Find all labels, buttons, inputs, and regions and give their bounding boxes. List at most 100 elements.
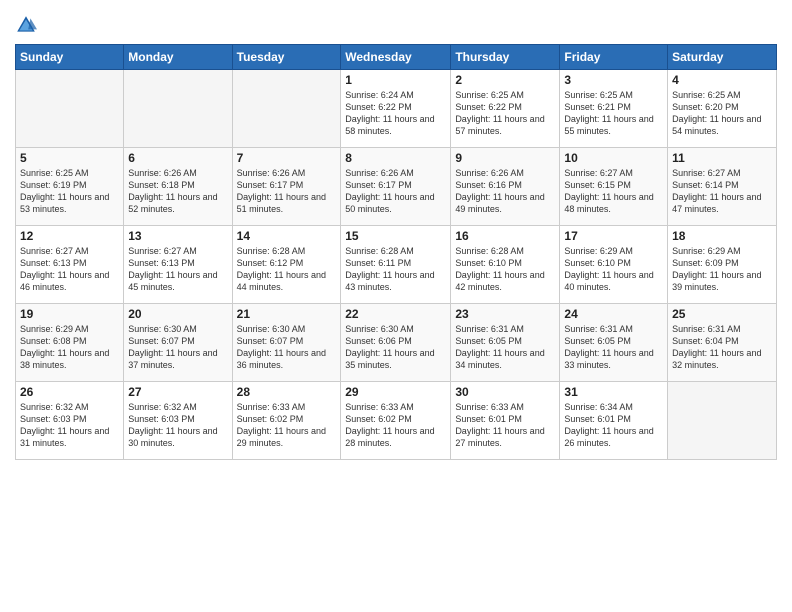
calendar-cell: 25 Sunrise: 6:31 AM Sunset: 6:04 PM Dayl… [668, 304, 777, 382]
calendar-cell: 17 Sunrise: 6:29 AM Sunset: 6:10 PM Dayl… [560, 226, 668, 304]
day-number: 9 [455, 151, 555, 165]
calendar-cell: 11 Sunrise: 6:27 AM Sunset: 6:14 PM Dayl… [668, 148, 777, 226]
calendar-cell: 29 Sunrise: 6:33 AM Sunset: 6:02 PM Dayl… [341, 382, 451, 460]
day-number: 5 [20, 151, 119, 165]
day-info: Sunrise: 6:31 AM Sunset: 6:05 PM Dayligh… [564, 323, 663, 372]
weekday-header-sunday: Sunday [16, 45, 124, 70]
calendar-cell: 16 Sunrise: 6:28 AM Sunset: 6:10 PM Dayl… [451, 226, 560, 304]
calendar-cell: 9 Sunrise: 6:26 AM Sunset: 6:16 PM Dayli… [451, 148, 560, 226]
calendar-cell: 5 Sunrise: 6:25 AM Sunset: 6:19 PM Dayli… [16, 148, 124, 226]
calendar-cell: 4 Sunrise: 6:25 AM Sunset: 6:20 PM Dayli… [668, 70, 777, 148]
day-info: Sunrise: 6:28 AM Sunset: 6:11 PM Dayligh… [345, 245, 446, 294]
day-info: Sunrise: 6:27 AM Sunset: 6:13 PM Dayligh… [128, 245, 227, 294]
calendar-cell: 26 Sunrise: 6:32 AM Sunset: 6:03 PM Dayl… [16, 382, 124, 460]
day-info: Sunrise: 6:34 AM Sunset: 6:01 PM Dayligh… [564, 401, 663, 450]
calendar-table: SundayMondayTuesdayWednesdayThursdayFrid… [15, 44, 777, 460]
day-number: 14 [237, 229, 337, 243]
calendar-cell: 19 Sunrise: 6:29 AM Sunset: 6:08 PM Dayl… [16, 304, 124, 382]
day-info: Sunrise: 6:32 AM Sunset: 6:03 PM Dayligh… [20, 401, 119, 450]
day-info: Sunrise: 6:26 AM Sunset: 6:16 PM Dayligh… [455, 167, 555, 216]
calendar-cell: 27 Sunrise: 6:32 AM Sunset: 6:03 PM Dayl… [124, 382, 232, 460]
weekday-header-row: SundayMondayTuesdayWednesdayThursdayFrid… [16, 45, 777, 70]
day-info: Sunrise: 6:27 AM Sunset: 6:15 PM Dayligh… [564, 167, 663, 216]
day-info: Sunrise: 6:33 AM Sunset: 6:01 PM Dayligh… [455, 401, 555, 450]
day-info: Sunrise: 6:33 AM Sunset: 6:02 PM Dayligh… [237, 401, 337, 450]
calendar-cell: 31 Sunrise: 6:34 AM Sunset: 6:01 PM Dayl… [560, 382, 668, 460]
day-number: 31 [564, 385, 663, 399]
calendar-week-row: 26 Sunrise: 6:32 AM Sunset: 6:03 PM Dayl… [16, 382, 777, 460]
day-info: Sunrise: 6:31 AM Sunset: 6:05 PM Dayligh… [455, 323, 555, 372]
day-number: 15 [345, 229, 446, 243]
day-info: Sunrise: 6:25 AM Sunset: 6:19 PM Dayligh… [20, 167, 119, 216]
calendar-cell: 14 Sunrise: 6:28 AM Sunset: 6:12 PM Dayl… [232, 226, 341, 304]
calendar-cell [232, 70, 341, 148]
day-info: Sunrise: 6:28 AM Sunset: 6:12 PM Dayligh… [237, 245, 337, 294]
day-info: Sunrise: 6:30 AM Sunset: 6:07 PM Dayligh… [237, 323, 337, 372]
logo [15, 14, 41, 36]
day-number: 1 [345, 73, 446, 87]
calendar-cell: 10 Sunrise: 6:27 AM Sunset: 6:15 PM Dayl… [560, 148, 668, 226]
day-info: Sunrise: 6:24 AM Sunset: 6:22 PM Dayligh… [345, 89, 446, 138]
day-number: 24 [564, 307, 663, 321]
day-info: Sunrise: 6:29 AM Sunset: 6:10 PM Dayligh… [564, 245, 663, 294]
day-number: 4 [672, 73, 772, 87]
day-number: 19 [20, 307, 119, 321]
day-number: 25 [672, 307, 772, 321]
day-number: 12 [20, 229, 119, 243]
day-number: 16 [455, 229, 555, 243]
weekday-header-thursday: Thursday [451, 45, 560, 70]
day-number: 27 [128, 385, 227, 399]
day-info: Sunrise: 6:33 AM Sunset: 6:02 PM Dayligh… [345, 401, 446, 450]
day-number: 17 [564, 229, 663, 243]
calendar-cell: 21 Sunrise: 6:30 AM Sunset: 6:07 PM Dayl… [232, 304, 341, 382]
calendar-cell [124, 70, 232, 148]
day-info: Sunrise: 6:27 AM Sunset: 6:13 PM Dayligh… [20, 245, 119, 294]
calendar-week-row: 19 Sunrise: 6:29 AM Sunset: 6:08 PM Dayl… [16, 304, 777, 382]
day-info: Sunrise: 6:28 AM Sunset: 6:10 PM Dayligh… [455, 245, 555, 294]
day-number: 6 [128, 151, 227, 165]
day-number: 10 [564, 151, 663, 165]
calendar-cell: 6 Sunrise: 6:26 AM Sunset: 6:18 PM Dayli… [124, 148, 232, 226]
calendar-cell: 15 Sunrise: 6:28 AM Sunset: 6:11 PM Dayl… [341, 226, 451, 304]
day-number: 3 [564, 73, 663, 87]
calendar-cell: 1 Sunrise: 6:24 AM Sunset: 6:22 PM Dayli… [341, 70, 451, 148]
calendar-week-row: 5 Sunrise: 6:25 AM Sunset: 6:19 PM Dayli… [16, 148, 777, 226]
calendar-week-row: 1 Sunrise: 6:24 AM Sunset: 6:22 PM Dayli… [16, 70, 777, 148]
day-info: Sunrise: 6:30 AM Sunset: 6:06 PM Dayligh… [345, 323, 446, 372]
day-info: Sunrise: 6:26 AM Sunset: 6:18 PM Dayligh… [128, 167, 227, 216]
weekday-header-tuesday: Tuesday [232, 45, 341, 70]
weekday-header-monday: Monday [124, 45, 232, 70]
day-number: 11 [672, 151, 772, 165]
day-number: 18 [672, 229, 772, 243]
calendar-cell [668, 382, 777, 460]
calendar-week-row: 12 Sunrise: 6:27 AM Sunset: 6:13 PM Dayl… [16, 226, 777, 304]
day-number: 7 [237, 151, 337, 165]
day-info: Sunrise: 6:26 AM Sunset: 6:17 PM Dayligh… [237, 167, 337, 216]
day-info: Sunrise: 6:25 AM Sunset: 6:21 PM Dayligh… [564, 89, 663, 138]
day-number: 2 [455, 73, 555, 87]
calendar-cell: 3 Sunrise: 6:25 AM Sunset: 6:21 PM Dayli… [560, 70, 668, 148]
calendar-cell: 18 Sunrise: 6:29 AM Sunset: 6:09 PM Dayl… [668, 226, 777, 304]
logo-icon [15, 14, 37, 36]
day-number: 21 [237, 307, 337, 321]
day-info: Sunrise: 6:29 AM Sunset: 6:09 PM Dayligh… [672, 245, 772, 294]
day-info: Sunrise: 6:26 AM Sunset: 6:17 PM Dayligh… [345, 167, 446, 216]
day-info: Sunrise: 6:32 AM Sunset: 6:03 PM Dayligh… [128, 401, 227, 450]
weekday-header-saturday: Saturday [668, 45, 777, 70]
day-info: Sunrise: 6:30 AM Sunset: 6:07 PM Dayligh… [128, 323, 227, 372]
day-number: 22 [345, 307, 446, 321]
day-number: 29 [345, 385, 446, 399]
calendar-cell: 28 Sunrise: 6:33 AM Sunset: 6:02 PM Dayl… [232, 382, 341, 460]
day-number: 8 [345, 151, 446, 165]
calendar-cell: 20 Sunrise: 6:30 AM Sunset: 6:07 PM Dayl… [124, 304, 232, 382]
day-number: 20 [128, 307, 227, 321]
calendar-cell [16, 70, 124, 148]
calendar-cell: 23 Sunrise: 6:31 AM Sunset: 6:05 PM Dayl… [451, 304, 560, 382]
calendar-cell: 2 Sunrise: 6:25 AM Sunset: 6:22 PM Dayli… [451, 70, 560, 148]
day-info: Sunrise: 6:27 AM Sunset: 6:14 PM Dayligh… [672, 167, 772, 216]
weekday-header-wednesday: Wednesday [341, 45, 451, 70]
calendar-cell: 7 Sunrise: 6:26 AM Sunset: 6:17 PM Dayli… [232, 148, 341, 226]
day-number: 30 [455, 385, 555, 399]
page: SundayMondayTuesdayWednesdayThursdayFrid… [0, 0, 792, 612]
day-number: 28 [237, 385, 337, 399]
